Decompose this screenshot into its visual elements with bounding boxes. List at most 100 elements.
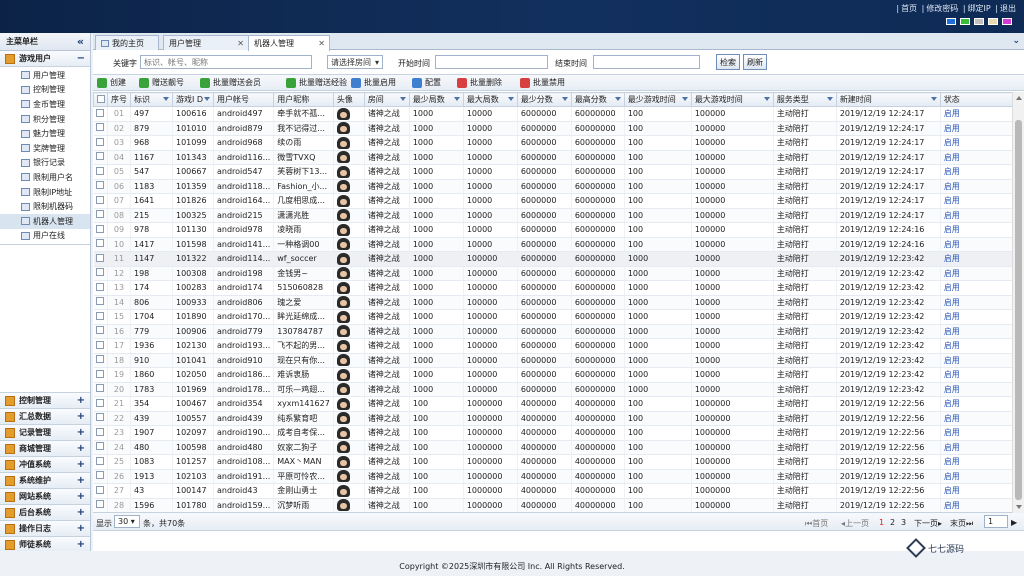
toolbar-button[interactable]: 批量启用 <box>351 77 396 88</box>
sidebar-group[interactable]: 控制管理 + <box>0 393 90 410</box>
expand-icon[interactable]: + <box>77 427 85 438</box>
expand-icon[interactable]: + <box>77 411 85 422</box>
row-checkbox[interactable] <box>96 442 105 451</box>
toolbar-button[interactable]: 配置 <box>412 77 441 88</box>
sidebar-group[interactable]: 汇总数据 + <box>0 409 90 426</box>
end-time-input[interactable] <box>593 55 700 69</box>
row-checkbox[interactable] <box>96 456 105 465</box>
sidebar-item[interactable]: 限制IP地址 <box>0 185 90 200</box>
row-checkbox[interactable] <box>96 195 105 204</box>
table-row[interactable]: 12 198 100308 android198 金钱男~ 诸神之战 1000 100000 6… <box>93 266 1023 281</box>
filter-icon[interactable] <box>453 97 460 101</box>
toolbar-button[interactable]: 批量删除 <box>457 77 502 88</box>
page-1-link[interactable]: 1 <box>879 518 884 527</box>
row-select-cell[interactable] <box>93 164 108 180</box>
status-link[interactable]: 启用 <box>940 135 1023 151</box>
row-checkbox[interactable] <box>96 239 105 248</box>
table-row[interactable]: 01 497 100616 android497 牵手就不孤... 诸神之战 1000 100… <box>93 106 1023 122</box>
table-row[interactable]: 20 1783 101969 android178... 可乐—鸡翅... 诸神之战 100… <box>93 382 1023 397</box>
row-checkbox[interactable] <box>96 224 105 233</box>
change-password-link[interactable]: 修改密码 <box>926 4 958 13</box>
theme-swatch-1[interactable] <box>946 18 956 25</box>
row-select-cell[interactable] <box>93 324 108 339</box>
table-row[interactable]: 06 1183 101359 android118... Fashion_小... 诸神之… <box>93 179 1023 194</box>
row-select-cell[interactable] <box>93 251 108 267</box>
last-page-link[interactable]: 末页⏭ <box>950 518 973 529</box>
column-header[interactable]: 状态 <box>939 92 1023 107</box>
sidebar-group[interactable]: 商城管理 + <box>0 441 90 458</box>
row-checkbox[interactable] <box>96 471 105 480</box>
filter-icon[interactable] <box>681 97 688 101</box>
vertical-scrollbar[interactable] <box>1012 92 1024 513</box>
row-checkbox[interactable] <box>96 500 105 509</box>
column-header[interactable]: 最大局数 <box>462 92 518 107</box>
row-select-cell[interactable] <box>93 498 108 512</box>
toolbar-button[interactable]: 批量禁用 <box>520 77 565 88</box>
expand-icon[interactable]: + <box>77 539 85 550</box>
row-select-cell[interactable] <box>93 396 108 412</box>
expand-icon[interactable]: + <box>77 491 85 502</box>
table-row[interactable]: 21 354 100467 android354 xyxm141627 诸神之战 100 10… <box>93 396 1023 412</box>
status-link[interactable]: 启用 <box>940 309 1023 325</box>
table-row[interactable]: 11 1147 101322 android114... wf_soccer 诸神之战 10… <box>93 251 1023 267</box>
status-link[interactable]: 启用 <box>940 280 1023 296</box>
expand-icon[interactable]: + <box>77 475 85 486</box>
sidebar-item[interactable]: 积分管理 <box>0 112 90 127</box>
collapse-icon[interactable]: − <box>77 53 85 64</box>
first-page-link[interactable]: ⏮首页 <box>805 518 828 529</box>
toolbar-button[interactable]: 批量赠送经验 <box>286 77 347 88</box>
filter-icon[interactable] <box>826 97 833 101</box>
sidebar-item[interactable]: 限制用户名 <box>0 170 90 185</box>
table-row[interactable]: 18 910 101041 android910 现在只有你... 诸神之战 1000 100… <box>93 353 1023 368</box>
filter-icon[interactable] <box>614 97 621 101</box>
row-checkbox[interactable] <box>96 152 105 161</box>
theme-swatch-4[interactable] <box>988 18 998 25</box>
search-button[interactable]: 检索 <box>716 54 740 70</box>
status-link[interactable]: 启用 <box>940 338 1023 354</box>
table-row[interactable]: 14 806 100933 android806 瑰之爱 诸神之战 1000 100000 60… <box>93 295 1023 310</box>
sidebar-group[interactable]: 后台系统 + <box>0 505 90 522</box>
scroll-up-icon[interactable] <box>1016 96 1022 100</box>
row-select-cell[interactable] <box>93 222 108 238</box>
sidebar-item[interactable]: 金币管理 <box>0 97 90 112</box>
refresh-button[interactable]: 刷新 <box>743 54 767 70</box>
sidebar-group[interactable]: 冲值系统 + <box>0 457 90 474</box>
close-icon[interactable]: ✕ <box>237 39 244 48</box>
theme-swatch-2[interactable] <box>960 18 970 25</box>
table-row[interactable]: 25 1083 101257 android108... MAX丶MAN 诸神之战 100 1… <box>93 454 1023 470</box>
toolbar-button[interactable]: 批量赠送会员 <box>200 77 261 88</box>
scroll-thumb[interactable] <box>1015 120 1022 500</box>
status-link[interactable]: 启用 <box>940 222 1023 238</box>
status-link[interactable]: 启用 <box>940 295 1023 310</box>
row-select-cell[interactable] <box>93 454 108 470</box>
row-checkbox[interactable] <box>96 355 105 364</box>
status-link[interactable]: 启用 <box>940 266 1023 281</box>
table-row[interactable]: 08 215 100325 android215 潇潇兆胜 诸神之战 1000 10000 60… <box>93 208 1023 223</box>
select-all-checkbox[interactable] <box>96 94 105 103</box>
row-select-cell[interactable] <box>93 266 108 281</box>
column-header[interactable]: 房间 <box>363 92 410 107</box>
row-checkbox[interactable] <box>96 427 105 436</box>
column-header[interactable]: 头像 <box>332 92 365 107</box>
row-checkbox[interactable] <box>96 326 105 335</box>
column-header[interactable]: 标识 <box>130 92 173 107</box>
home-link[interactable]: 首页 <box>901 4 917 13</box>
table-row[interactable]: 26 1913 102103 android191... 平原可怜农... 诸神之战 100… <box>93 469 1023 484</box>
row-select-cell[interactable] <box>93 338 108 354</box>
status-link[interactable]: 启用 <box>940 469 1023 484</box>
page-2-link[interactable]: 2 <box>890 518 895 527</box>
row-checkbox[interactable] <box>96 485 105 494</box>
sidebar-item[interactable]: 用户管理 <box>0 68 90 83</box>
row-select-cell[interactable] <box>93 353 108 368</box>
status-link[interactable]: 启用 <box>940 396 1023 412</box>
column-header[interactable]: 游戏I D <box>172 92 214 107</box>
next-page-link[interactable]: 下一页▸ <box>914 518 942 529</box>
start-time-input[interactable] <box>435 55 548 69</box>
row-select-cell[interactable] <box>93 179 108 194</box>
table-row[interactable]: 16 779 100906 android779 130784787 诸神之战 1000 10… <box>93 324 1023 339</box>
double-chevron-left-icon[interactable]: « <box>77 35 84 48</box>
expand-icon[interactable]: + <box>77 507 85 518</box>
sidebar-item[interactable]: 奖牌管理 <box>0 141 90 156</box>
status-link[interactable]: 启用 <box>940 440 1023 455</box>
tab-robot-management[interactable]: 机器人管理 ✕ <box>248 35 330 51</box>
